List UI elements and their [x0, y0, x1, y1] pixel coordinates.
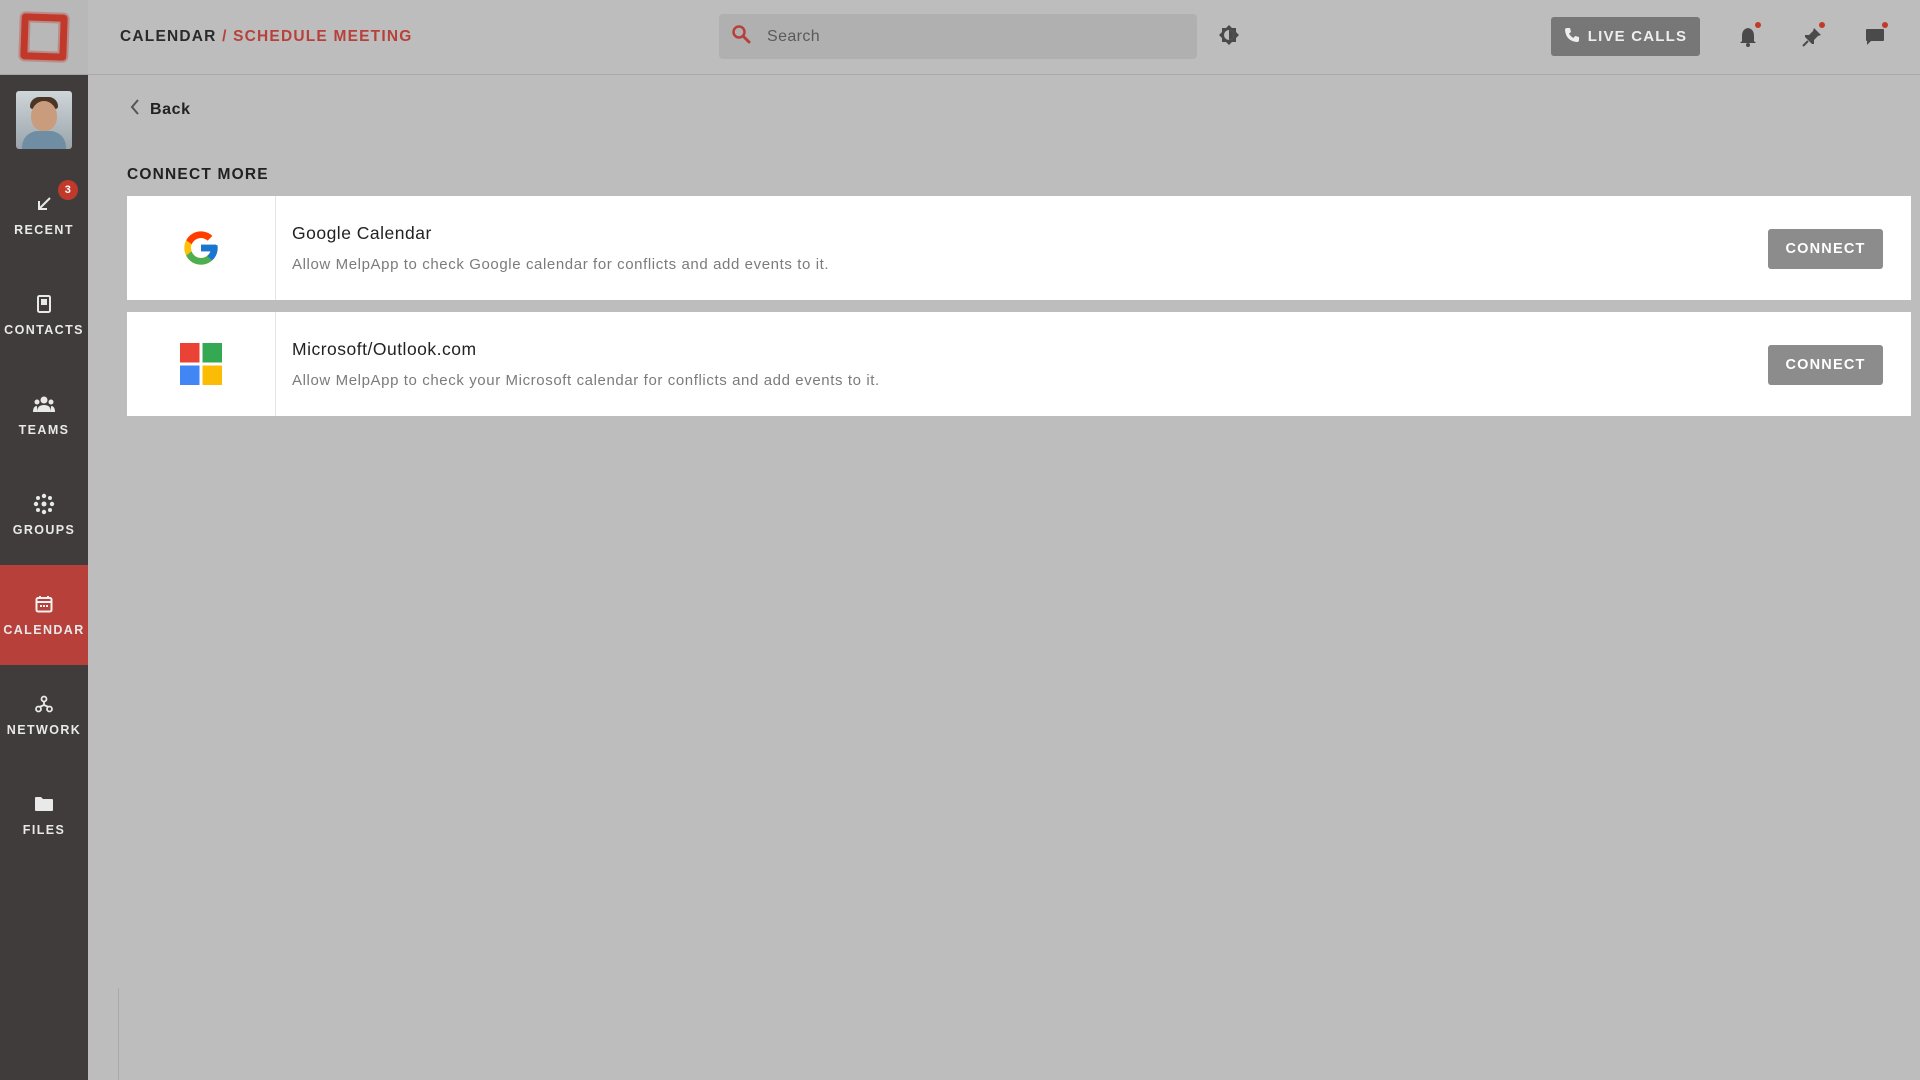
- live-calls-button[interactable]: LIVE CALLS: [1551, 17, 1700, 56]
- back-button[interactable]: Back: [130, 98, 191, 121]
- divider: [118, 988, 119, 1080]
- card-description: Allow MelpApp to check Google calendar f…: [292, 256, 830, 273]
- main-content: Back CONNECT MORE Google Calendar Allow …: [88, 76, 1920, 1080]
- app-logo-cell[interactable]: [0, 0, 88, 75]
- recent-count-badge: 3: [58, 180, 78, 200]
- search-input[interactable]: [767, 27, 1167, 46]
- breadcrumb: CALENDAR / SCHEDULE MEETING: [120, 28, 413, 46]
- google-logo-icon: [127, 196, 276, 300]
- connect-microsoft-button[interactable]: CONNECT: [1768, 345, 1883, 385]
- notification-dot: [1882, 22, 1888, 28]
- sidebar-item-label: CALENDAR: [3, 623, 85, 637]
- network-icon: [35, 693, 53, 715]
- sidebar-item-label: GROUPS: [12, 523, 76, 537]
- top-header: CALENDAR / SCHEDULE MEETING LIVE CALLS: [88, 0, 1920, 75]
- app-logo: [20, 13, 68, 61]
- card-title: Google Calendar: [292, 223, 432, 243]
- calendar-icon: [35, 593, 53, 615]
- folder-icon: [34, 793, 54, 815]
- groups-icon: [33, 493, 55, 515]
- search-bar[interactable]: [719, 14, 1197, 59]
- microsoft-outlook-card: Microsoft/Outlook.com Allow MelpApp to c…: [127, 312, 1911, 416]
- notification-dot: [1755, 22, 1761, 28]
- notifications-bell-icon[interactable]: [1735, 22, 1761, 50]
- card-body: Google Calendar Allow MelpApp to check G…: [276, 196, 1911, 300]
- sidebar-item-label: TEAMS: [18, 423, 70, 437]
- card-body: Microsoft/Outlook.com Allow MelpApp to c…: [276, 312, 1911, 416]
- chat-icon[interactable]: [1862, 22, 1888, 50]
- theme-toggle-icon[interactable]: [1218, 24, 1240, 51]
- microsoft-logo-icon: [127, 312, 276, 416]
- pin-icon[interactable]: [1799, 22, 1825, 50]
- sidebar: 3 RECENT CONTACTS TEAMS GROUPS CALENDAR: [0, 0, 88, 1080]
- sidebar-item-files[interactable]: FILES: [0, 765, 88, 865]
- search-icon: [731, 24, 751, 49]
- avatar[interactable]: [16, 91, 72, 149]
- sidebar-item-label: FILES: [22, 823, 66, 837]
- sidebar-item-label: RECENT: [14, 223, 74, 237]
- sidebar-item-network[interactable]: NETWORK: [0, 665, 88, 765]
- sidebar-item-label: NETWORK: [6, 723, 82, 737]
- sidebar-item-groups[interactable]: GROUPS: [0, 465, 88, 565]
- user-avatar-container[interactable]: [0, 75, 88, 165]
- notification-dot: [1819, 22, 1825, 28]
- sidebar-item-recent[interactable]: 3 RECENT: [0, 165, 88, 265]
- card-description: Allow MelpApp to check your Microsoft ca…: [292, 372, 880, 389]
- contacts-book-icon: [37, 293, 51, 315]
- chevron-left-icon: [130, 98, 150, 121]
- team-icon: [33, 393, 55, 415]
- google-calendar-card: Google Calendar Allow MelpApp to check G…: [127, 196, 1911, 300]
- sidebar-item-label: CONTACTS: [4, 323, 84, 337]
- connect-google-button[interactable]: CONNECT: [1768, 229, 1883, 269]
- back-label: Back: [150, 100, 191, 118]
- breadcrumb-separator: /: [216, 28, 234, 45]
- card-title: Microsoft/Outlook.com: [292, 339, 477, 359]
- section-title: CONNECT MORE: [127, 166, 269, 183]
- live-calls-label: LIVE CALLS: [1587, 28, 1688, 45]
- breadcrumb-current: SCHEDULE MEETING: [233, 28, 413, 45]
- phone-icon: [1564, 27, 1588, 47]
- sidebar-item-contacts[interactable]: CONTACTS: [0, 265, 88, 365]
- arrow-down-left-icon: [35, 193, 53, 215]
- breadcrumb-calendar-link[interactable]: CALENDAR: [120, 28, 217, 45]
- sidebar-item-calendar[interactable]: CALENDAR: [0, 565, 88, 665]
- sidebar-item-teams[interactable]: TEAMS: [0, 365, 88, 465]
